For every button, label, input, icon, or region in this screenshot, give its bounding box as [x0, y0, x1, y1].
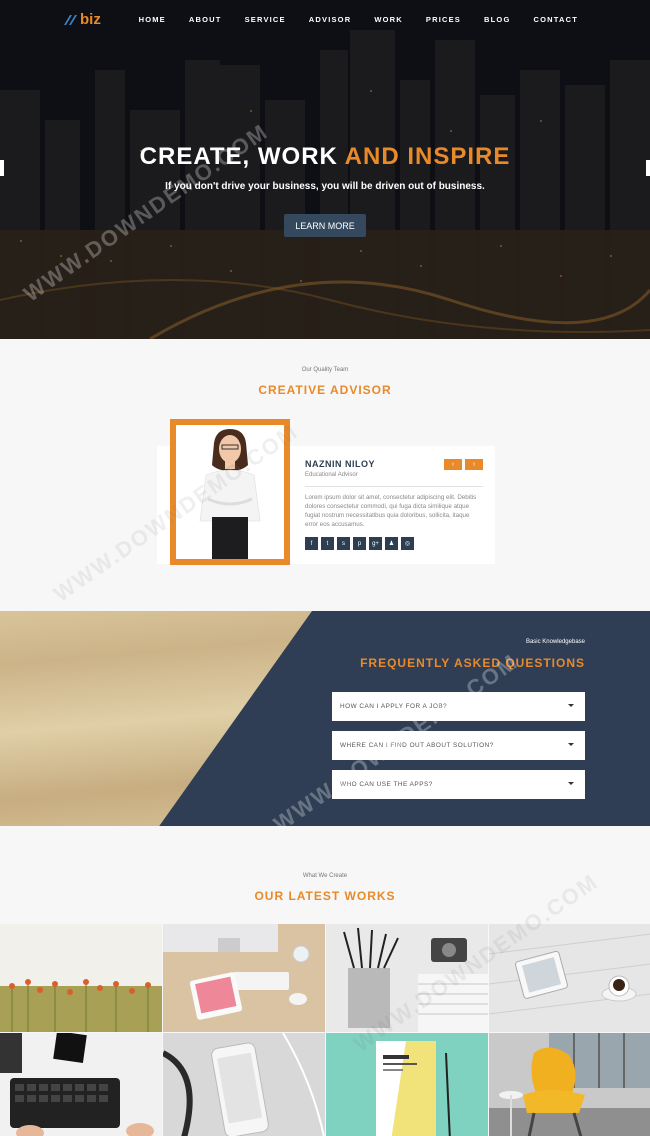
advisor-role: Educational Advisor — [305, 472, 358, 478]
logo[interactable]: biz — [64, 11, 101, 28]
logo-text: biz — [80, 11, 101, 28]
hero-title: CREATE, WORK AND INSPIRE — [0, 143, 650, 171]
skype-icon[interactable]: s — [337, 537, 350, 550]
works-section: What We Create OUR LATEST WORKS — [0, 826, 650, 1136]
twitter-icon[interactable]: t — [321, 537, 334, 550]
advisor-social-links: f t s p g+ ♟ ◎ — [305, 537, 414, 550]
faq-question: WHO CAN USE THE APPS? — [340, 781, 433, 788]
faq-item[interactable]: WHO CAN USE THE APPS? — [332, 770, 585, 799]
works-title: OUR LATEST WORKS — [254, 889, 396, 903]
hero-section: biz HOME ABOUT SERVICE ADVISOR WORK PRIC… — [0, 0, 650, 339]
faq-item[interactable]: WHERE CAN I FIND OUT ABOUT SOLUTION? — [332, 731, 585, 760]
portfolio-item-flowers-field[interactable] — [0, 924, 162, 1032]
hero-subtitle: If you don't drive your business, you wi… — [165, 181, 485, 192]
learn-more-button[interactable]: LEARN MORE — [284, 214, 366, 237]
advisor-photo — [176, 425, 284, 559]
nav-advisor[interactable]: ADVISOR — [309, 15, 352, 24]
advisor-kicker: Our Quality Team — [301, 367, 349, 373]
advisor-portrait-image — [176, 425, 284, 559]
chevron-left-icon[interactable]: ‹ — [444, 459, 462, 470]
faq-title: FREQUENTLY ASKED QUESTIONS — [360, 656, 585, 670]
advisor-bio: Lorem ipsum dolor sit amet, consectetur … — [305, 494, 477, 528]
nav-prices[interactable]: PRICES — [426, 15, 461, 24]
hero-title-accent: AND INSPIRE — [344, 143, 511, 170]
pinterest-icon[interactable]: p — [353, 537, 366, 550]
hero-title-main: CREATE, WORK — [139, 143, 345, 170]
portfolio-item-yellow-chair[interactable] — [489, 1033, 650, 1136]
portfolio-item-a4-paper-mockup[interactable] — [326, 1033, 488, 1136]
faq-question: HOW CAN I APPLY FOR A JOB? — [340, 703, 448, 710]
advisor-divider — [305, 486, 483, 487]
nav-home[interactable]: HOME — [139, 15, 166, 24]
advisor-name: NAZNIN NILOY — [305, 459, 375, 469]
main-menu: HOME ABOUT SERVICE ADVISOR WORK PRICES B… — [116, 15, 578, 24]
caret-down-icon — [568, 782, 574, 785]
advisor-section: Our Quality Team CREATIVE ADVISOR NAZNIN… — [0, 339, 650, 611]
google-plus-icon[interactable]: g+ — [369, 537, 382, 550]
portfolio-item-workspace-imac[interactable] — [163, 924, 325, 1032]
portfolio-item-smartphone-white[interactable] — [163, 1033, 325, 1136]
faq-kicker: Basic Knowledgebase — [525, 639, 585, 645]
faq-question: WHERE CAN I FIND OUT ABOUT SOLUTION? — [340, 742, 494, 749]
caret-down-icon — [568, 743, 574, 746]
github-icon[interactable]: ♟ — [385, 537, 398, 550]
portfolio-item-keyboard-desk[interactable] — [0, 1033, 162, 1136]
nav-blog[interactable]: BLOG — [484, 15, 510, 24]
chevron-right-icon[interactable]: › — [465, 459, 483, 470]
works-kicker: What We Create — [302, 873, 348, 879]
advisor-photo-frame — [170, 419, 290, 565]
portfolio-item-tablet-coffee[interactable] — [489, 924, 650, 1032]
advisor-title: CREATIVE ADVISOR — [258, 383, 392, 397]
nav-about[interactable]: ABOUT — [189, 15, 222, 24]
logo-mark-icon — [64, 15, 77, 25]
nav-service[interactable]: SERVICE — [245, 15, 286, 24]
faq-section: Basic Knowledgebase FREQUENTLY ASKED QUE… — [0, 611, 650, 826]
dribbble-icon[interactable]: ◎ — [401, 537, 414, 550]
portfolio-item-pencil-cup[interactable] — [326, 924, 488, 1032]
nav-contact[interactable]: CONTACT — [533, 15, 578, 24]
top-navigation: biz HOME ABOUT SERVICE ADVISOR WORK PRIC… — [0, 0, 650, 40]
nav-work[interactable]: WORK — [374, 15, 403, 24]
facebook-icon[interactable]: f — [305, 537, 318, 550]
faq-item[interactable]: HOW CAN I APPLY FOR A JOB? — [332, 692, 585, 721]
advisor-carousel-controls: ‹ › — [444, 459, 483, 470]
caret-down-icon — [568, 704, 574, 707]
